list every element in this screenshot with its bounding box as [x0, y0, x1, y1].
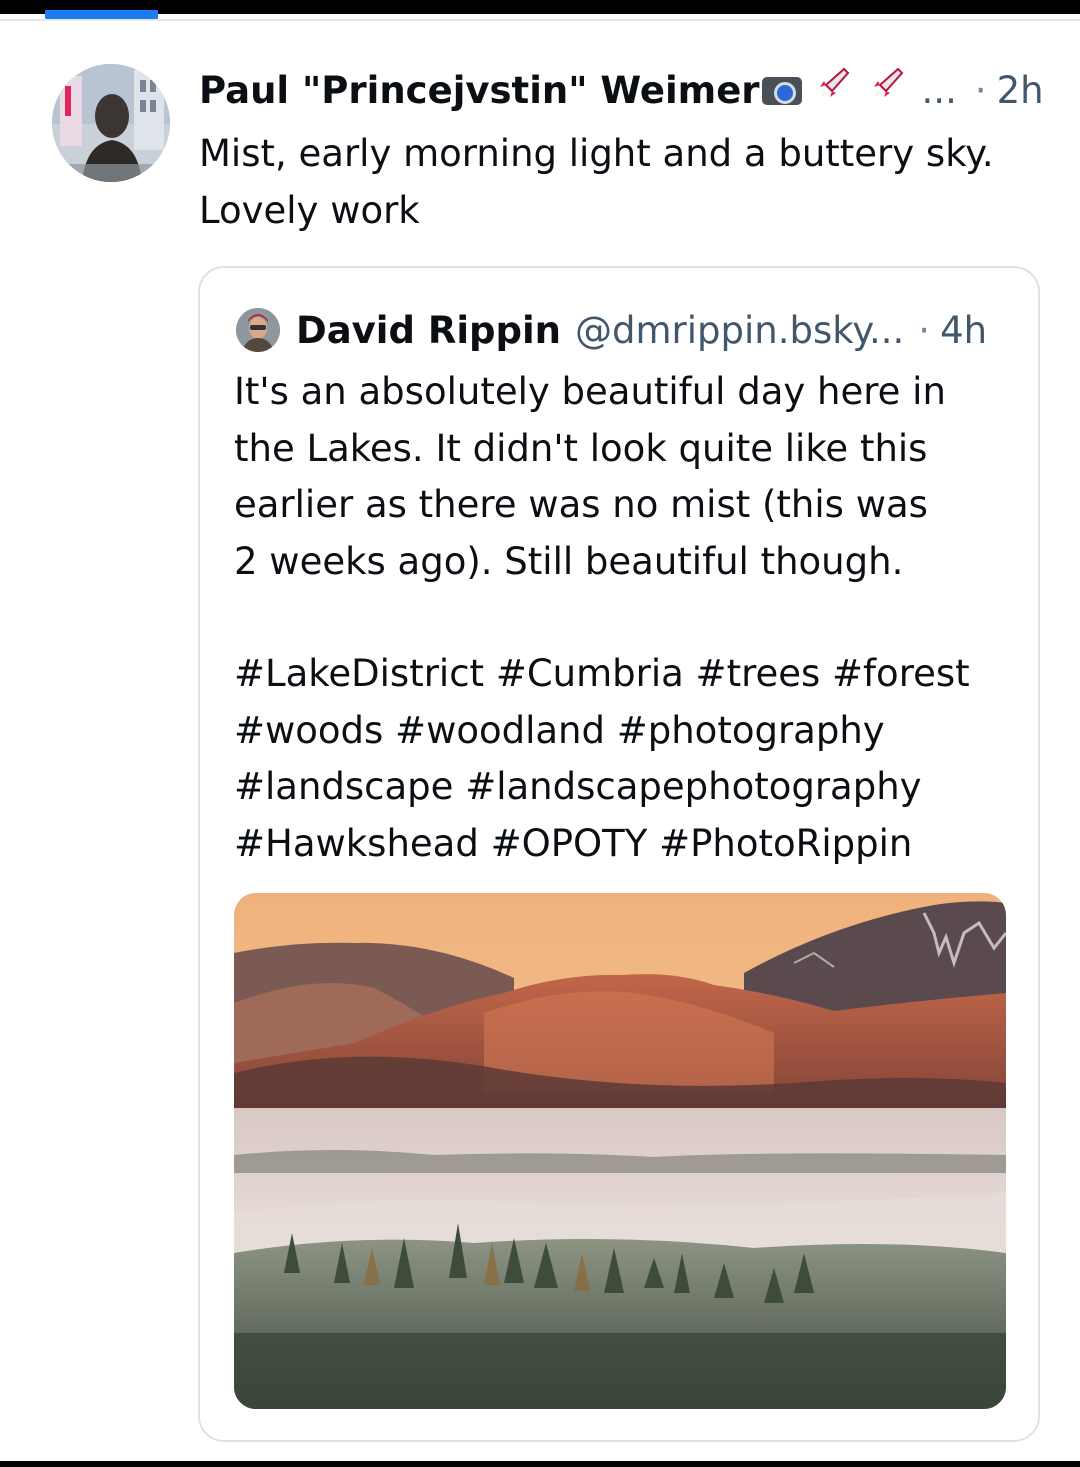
quote-author-display-name[interactable]: David Rippin [296, 304, 561, 358]
avatar[interactable] [52, 64, 170, 182]
quote-body: It's an absolutely beautiful day here in… [234, 364, 1024, 872]
quoted-post-card[interactable]: David Rippin @dmrippin.bsky... · 4h It's… [198, 266, 1040, 1442]
camera-icon [761, 77, 802, 105]
name-badges [761, 62, 914, 120]
post-header: Paul "Princejvstin" Weimer ... · 2h [199, 62, 1059, 120]
rocket-icon [806, 62, 860, 120]
rocket-icon [860, 62, 914, 120]
post-timestamp[interactable]: 2h [997, 62, 1044, 120]
quote-timestamp[interactable]: 4h [940, 304, 987, 358]
author-display-name[interactable]: Paul "Princejvstin" Weimer [199, 62, 760, 120]
status-bar [0, 0, 1080, 14]
active-tab-indicator [45, 10, 158, 19]
quote-author-handle[interactable]: @dmrippin.bsky... [575, 304, 904, 358]
bottom-edge [0, 1461, 1080, 1467]
quote-header: David Rippin @dmrippin.bsky... · 4h [296, 304, 1026, 358]
divider [0, 19, 1080, 21]
embedded-photo[interactable] [234, 893, 1006, 1409]
quote-avatar[interactable] [236, 308, 280, 352]
separator-dot: · [918, 309, 931, 352]
quote-text: It's an absolutely beautiful day here in… [234, 370, 946, 583]
separator-dot: · [974, 69, 987, 112]
name-truncation: ... [921, 69, 957, 112]
quote-hashtags[interactable]: #LakeDistrict #Cumbria #trees #forest #w… [234, 646, 1024, 872]
post-text: Mist, early morning light and a buttery … [199, 132, 994, 232]
